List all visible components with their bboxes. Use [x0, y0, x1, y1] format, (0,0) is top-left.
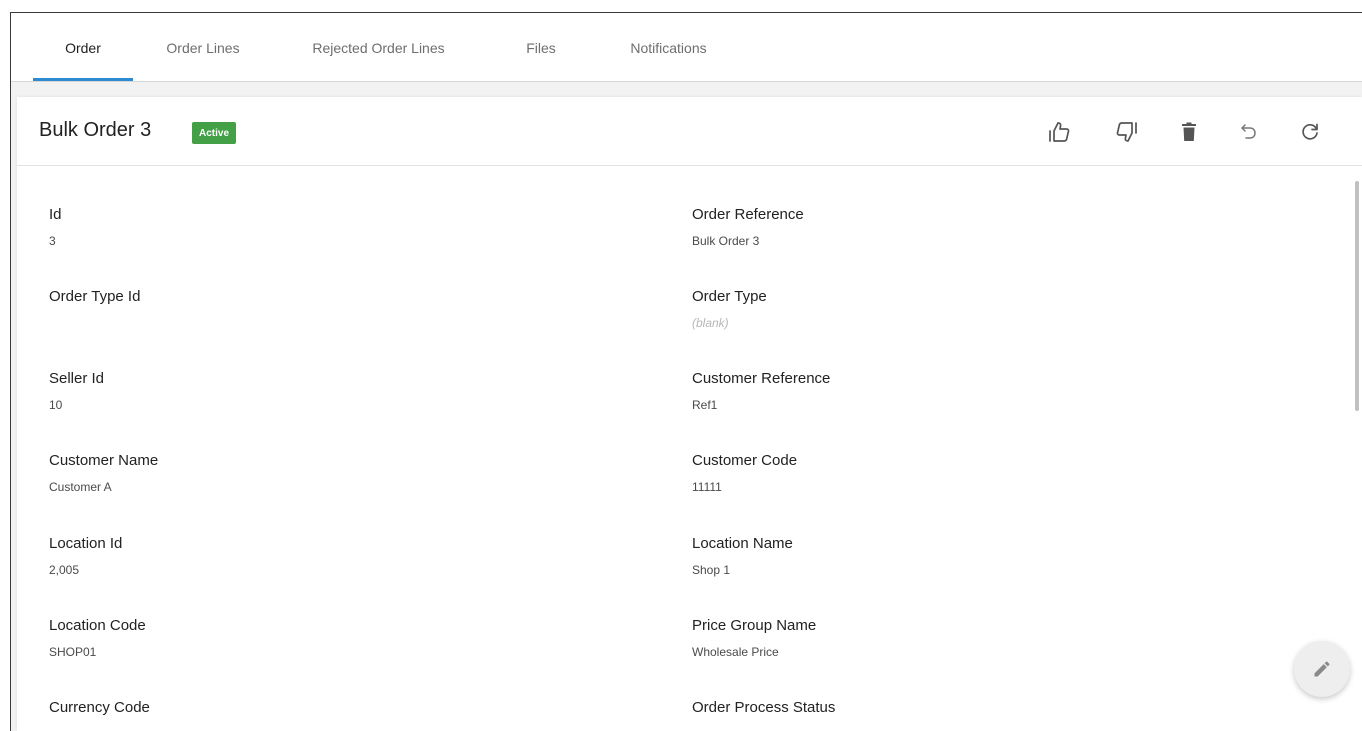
edit-pencil-icon [1314, 661, 1330, 677]
thumbs-down-icon [1116, 122, 1137, 142]
undo-button[interactable] [1232, 115, 1266, 149]
tab-notifications[interactable]: Notifications [611, 13, 726, 82]
tab-files[interactable]: Files [511, 13, 571, 82]
field-order-process-status: Order Process Status [692, 699, 836, 716]
field-customer-code: Customer Code 11111 [692, 452, 798, 494]
delete-icon [1182, 122, 1196, 141]
refresh-icon [1302, 123, 1318, 140]
tab-rejected-order-lines[interactable]: Rejected Order Lines [291, 13, 466, 82]
field-id: Id 3 [49, 206, 62, 248]
field-price-group-name: Price Group Name Wholesale Price [692, 617, 817, 659]
field-currency-code: Currency Code [49, 699, 150, 716]
undo-icon [1241, 124, 1256, 139]
active-tab-indicator [33, 78, 133, 81]
card-header: Bulk Order 3 Active [17, 97, 1362, 166]
field-customer-name: Customer Name Customer A [49, 452, 159, 494]
field-order-type: Order Type (blank) [692, 288, 767, 330]
field-customer-reference: Customer Reference Ref1 [692, 370, 831, 412]
tab-bar: Order Order Lines Rejected Order Lines F… [11, 13, 1362, 82]
thumbs-up-icon [1049, 122, 1070, 142]
field-order-reference: Order Reference Bulk Order 3 [692, 206, 804, 248]
field-order-type-id: Order Type Id [49, 288, 141, 305]
field-seller-id: Seller Id 10 [49, 370, 105, 412]
delete-button[interactable] [1172, 115, 1206, 149]
field-location-id: Location Id 2,005 [49, 535, 123, 577]
tab-order-lines[interactable]: Order Lines [153, 13, 253, 82]
page-title: Bulk Order 3 [39, 119, 152, 141]
edit-fab-button[interactable] [1294, 641, 1350, 697]
order-detail-card: Bulk Order 3 Active Id 3 Order Reference… [17, 97, 1362, 731]
tab-order[interactable]: Order [33, 13, 133, 82]
scrollbar-thumb[interactable] [1355, 181, 1359, 411]
field-location-code: Location Code SHOP01 [49, 617, 146, 659]
refresh-button[interactable] [1293, 115, 1327, 149]
approve-button[interactable] [1042, 115, 1076, 149]
reject-button[interactable] [1110, 115, 1144, 149]
app-frame: Order Order Lines Rejected Order Lines F… [10, 12, 1362, 731]
scrollbar-track[interactable] [1352, 167, 1362, 731]
status-badge: Active [192, 122, 237, 144]
field-location-name: Location Name Shop 1 [692, 535, 793, 577]
